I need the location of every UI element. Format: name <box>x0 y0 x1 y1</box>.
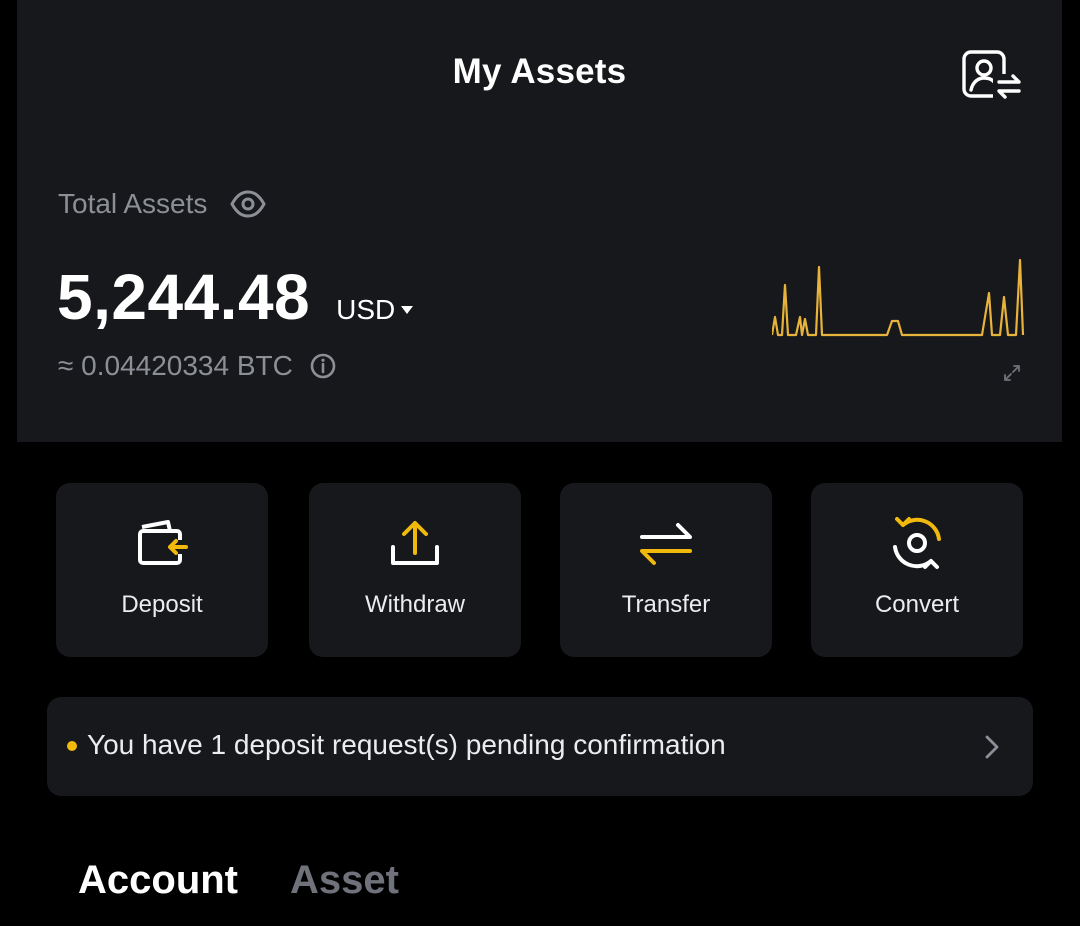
notice-text: You have 1 deposit request(s) pending co… <box>87 729 726 760</box>
currency-selector[interactable]: USD <box>336 294 414 326</box>
total-assets-label: Total Assets <box>58 188 208 219</box>
withdraw-icon <box>391 521 439 565</box>
info-button[interactable] <box>309 352 337 380</box>
withdraw-label: Withdraw <box>364 591 466 618</box>
assets-summary-panel: My Assets Total Assets 5,244.48 USD ≈ 0.… <box>17 0 1062 442</box>
account-switch-icon <box>962 50 1021 100</box>
eye-icon <box>230 190 267 218</box>
expand-chart-icon[interactable] <box>1001 362 1023 384</box>
pending-deposit-notice[interactable]: You have 1 deposit request(s) pending co… <box>47 697 1033 796</box>
tab-account[interactable]: Account <box>78 858 238 903</box>
quick-actions: Deposit Withdraw Transfer Convert <box>56 483 1024 657</box>
total-assets-row: Total Assets <box>58 184 267 224</box>
balance-sparkline[interactable] <box>772 255 1027 345</box>
assets-tabs: Account Asset <box>78 858 451 903</box>
btc-equivalent-row: ≈ 0.04420334 BTC <box>58 350 337 382</box>
withdraw-button[interactable]: Withdraw <box>309 483 521 657</box>
deposit-button[interactable]: Deposit <box>56 483 268 657</box>
assets-page: My Assets Total Assets 5,244.48 USD ≈ 0.… <box>0 0 1080 926</box>
convert-button[interactable]: Convert <box>811 483 1023 657</box>
currency-label: USD <box>336 294 396 325</box>
btc-equivalent: ≈ 0.04420334 BTC <box>58 350 293 381</box>
total-balance: 5,244.48 <box>57 261 311 333</box>
convert-icon <box>893 517 941 569</box>
deposit-icon <box>138 520 188 565</box>
transfer-button[interactable]: Transfer <box>560 483 772 657</box>
deposit-label: Deposit <box>121 591 203 618</box>
transfer-icon <box>640 523 692 565</box>
page-title: My Assets <box>452 52 627 91</box>
notice-dot-icon <box>67 741 77 751</box>
convert-label: Convert <box>874 591 960 618</box>
tab-asset[interactable]: Asset <box>290 858 399 903</box>
account-switch-button[interactable] <box>959 48 1025 104</box>
info-icon <box>310 353 336 379</box>
transfer-label: Transfer <box>621 591 711 618</box>
caret-down-icon <box>401 306 414 314</box>
balance-row: 5,244.48 USD <box>57 260 414 334</box>
chevron-right-icon <box>985 735 999 759</box>
toggle-visibility-button[interactable] <box>229 185 267 223</box>
